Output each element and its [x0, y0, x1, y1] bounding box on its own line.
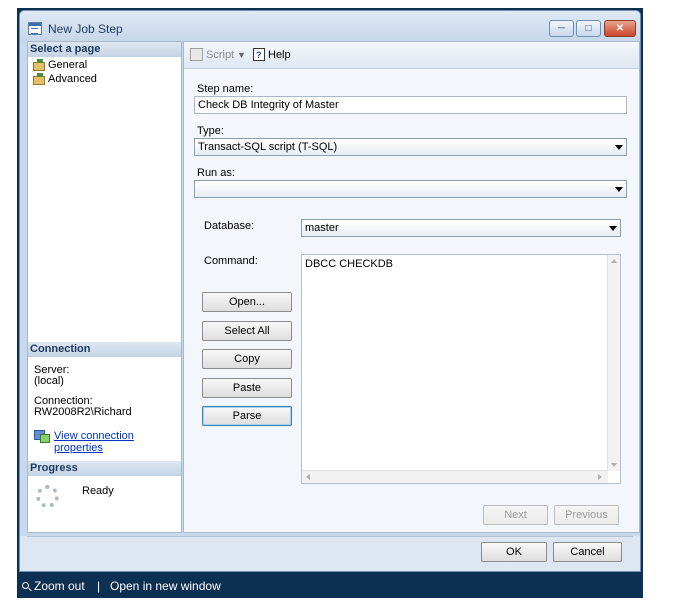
- page-icon: [32, 73, 45, 85]
- footer-divider: [27, 536, 633, 537]
- viewer-frame: New Job Step ─ □ ✕ Select a page General…: [17, 8, 643, 598]
- maximize-icon: □: [585, 23, 592, 34]
- bar-separator: |: [97, 579, 101, 593]
- page-item-advanced[interactable]: Advanced: [32, 72, 97, 86]
- help-label: Help: [268, 49, 291, 61]
- page-item-general[interactable]: General: [32, 58, 87, 72]
- toolbar: Script ▼ Help: [184, 42, 639, 69]
- close-button[interactable]: ✕: [604, 20, 636, 37]
- database-select-value: master: [305, 222, 339, 234]
- step-name-label: Step name:: [197, 83, 254, 95]
- step-name-input[interactable]: Check DB Integrity of Master: [194, 96, 627, 114]
- scroll-right-icon: [598, 474, 602, 480]
- page-item-label: Advanced: [48, 73, 97, 85]
- dialog-footer: OK Cancel: [20, 536, 640, 571]
- parse-button[interactable]: Parse: [202, 406, 292, 426]
- viewer-bottom-bar: Zoom out | Open in new window: [17, 574, 643, 598]
- help-button[interactable]: Help: [253, 48, 291, 62]
- app-icon: [28, 22, 42, 35]
- minimize-button[interactable]: ─: [549, 20, 574, 37]
- right-pane: Script ▼ Help Step name: Check DB Integr…: [183, 41, 640, 533]
- ok-button[interactable]: OK: [481, 542, 547, 562]
- type-select-value: Transact-SQL script (T-SQL): [198, 141, 338, 153]
- command-textarea[interactable]: DBCC CHECKDB: [301, 254, 621, 484]
- page-icon: [32, 59, 45, 71]
- connection-header: Connection: [28, 342, 181, 357]
- database-select[interactable]: master: [301, 219, 621, 237]
- run-as-label: Run as:: [197, 167, 235, 179]
- copy-button[interactable]: Copy: [202, 349, 292, 369]
- zoom-out-link[interactable]: Zoom out: [34, 574, 85, 598]
- window-title: New Job Step: [48, 22, 123, 36]
- progress-spinner-icon: [36, 485, 59, 508]
- connection-value: RW2008R2\Richard: [34, 406, 132, 418]
- database-label: Database:: [204, 220, 255, 232]
- title-bar: New Job Step ─ □ ✕: [20, 11, 640, 43]
- chevron-down-icon: [615, 145, 623, 150]
- type-select[interactable]: Transact-SQL script (T-SQL): [194, 138, 627, 156]
- vertical-scrollbar[interactable]: [607, 255, 620, 471]
- progress-status: Ready: [82, 485, 114, 497]
- maximize-button[interactable]: □: [576, 20, 601, 37]
- command-text: DBCC CHECKDB: [305, 258, 394, 270]
- chevron-down-icon: [609, 226, 617, 231]
- open-button[interactable]: Open...: [202, 292, 292, 312]
- script-label: Script: [206, 49, 235, 61]
- cancel-button[interactable]: Cancel: [553, 542, 622, 562]
- connection-properties-icon: [34, 429, 50, 443]
- page-item-label: General: [48, 59, 88, 71]
- minimize-icon: ─: [557, 23, 566, 34]
- close-icon: ✕: [615, 23, 625, 34]
- help-icon: [253, 48, 265, 62]
- script-icon: [190, 48, 203, 61]
- select-all-button[interactable]: Select All: [202, 321, 292, 341]
- view-connection-properties-link[interactable]: View connection properties: [54, 430, 181, 454]
- type-label: Type:: [197, 125, 224, 137]
- next-button[interactable]: Next: [483, 505, 548, 525]
- script-button[interactable]: Script: [190, 48, 234, 62]
- run-as-select[interactable]: [194, 180, 627, 198]
- scroll-left-icon: [306, 474, 310, 480]
- zoom-out-icon: [22, 582, 29, 589]
- script-dropdown-icon[interactable]: ▼: [237, 48, 246, 62]
- scroll-up-icon: [611, 259, 617, 263]
- open-in-new-window-link[interactable]: Open in new window: [110, 574, 221, 598]
- left-pane: Select a page General Advanced Connectio…: [27, 41, 182, 533]
- select-page-header: Select a page: [28, 42, 181, 57]
- paste-button[interactable]: Paste: [202, 378, 292, 398]
- chevron-down-icon: [615, 187, 623, 192]
- horizontal-scrollbar[interactable]: [302, 470, 608, 483]
- command-label: Command:: [204, 255, 258, 267]
- progress-header: Progress: [28, 461, 181, 476]
- dialog-window: New Job Step ─ □ ✕ Select a page General…: [19, 10, 641, 572]
- server-value: (local): [34, 375, 64, 387]
- previous-button[interactable]: Previous: [554, 505, 619, 525]
- scroll-down-icon: [611, 463, 617, 467]
